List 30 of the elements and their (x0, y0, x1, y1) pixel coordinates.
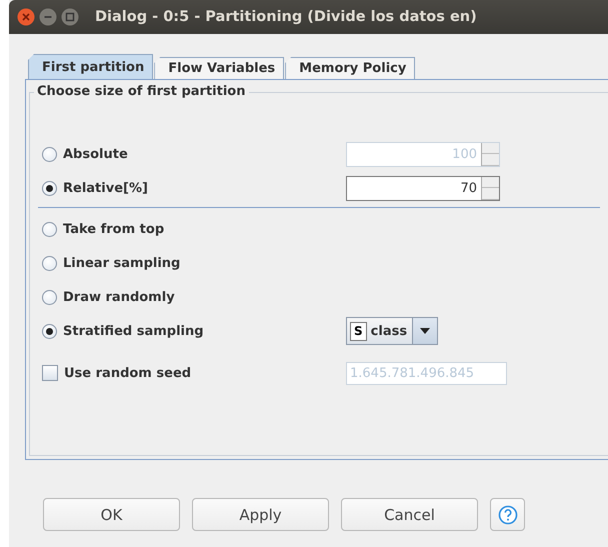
dialog-button[interactable]: Cancel (341, 498, 478, 531)
column-dropdown[interactable]: S class (346, 317, 438, 345)
option-label: Absolute (63, 146, 128, 162)
dropdown-value: class (370, 324, 408, 338)
help-icon (498, 504, 518, 524)
option-label: Relative[%] (63, 180, 148, 196)
checkbox-label: Use random seed (64, 366, 192, 380)
caret-icon (420, 328, 430, 334)
radio-button[interactable] (42, 290, 57, 304)
dialog-button[interactable]: Apply (192, 498, 329, 531)
tab[interactable]: Memory Policy (285, 57, 416, 79)
option-label: Stratified sampling (63, 324, 204, 338)
window-title: Dialog - 0:5 - Partitioning (Divide los datos en) (95, 9, 477, 25)
minimize-icon[interactable] (39, 8, 57, 26)
option-label: Draw randomly (63, 290, 175, 304)
option-label: Take from top (63, 222, 164, 236)
number-spinner[interactable]: 70 (346, 176, 500, 200)
radio-button[interactable] (42, 256, 57, 270)
close-icon[interactable] (17, 8, 35, 26)
radio-button[interactable] (42, 222, 57, 236)
tab[interactable]: Flow Variables (154, 57, 284, 79)
type-badge: S (350, 322, 367, 340)
group-title: Choose size of first partition (34, 84, 248, 99)
help-button[interactable] (490, 498, 525, 531)
radio-button[interactable] (42, 324, 57, 338)
dialog-button[interactable]: OK (43, 498, 180, 531)
maximize-icon[interactable] (61, 8, 79, 26)
tab[interactable]: First partition (28, 54, 154, 79)
radio-button[interactable] (42, 180, 57, 196)
option-label: Linear sampling (63, 256, 180, 270)
